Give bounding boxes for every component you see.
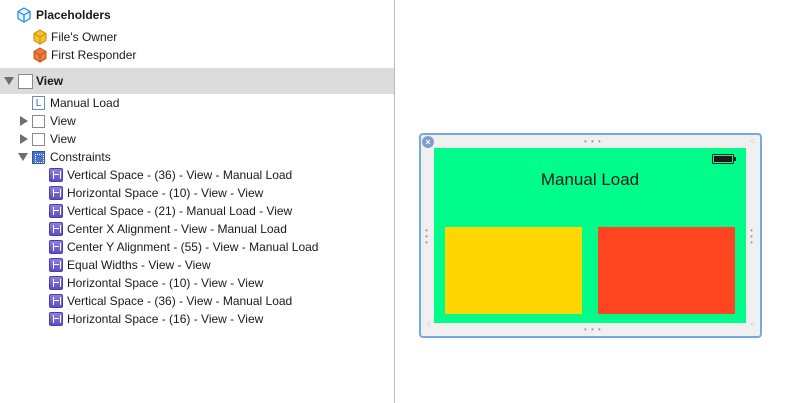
close-icon[interactable]: × bbox=[422, 136, 434, 148]
disclosure-collapsed-icon[interactable] bbox=[20, 116, 28, 126]
constraint-label: Horizontal Space - (16) - View - View bbox=[67, 312, 264, 326]
subview-2-label: View bbox=[50, 132, 76, 146]
outline-item-subview-2[interactable]: View bbox=[20, 130, 76, 148]
first-responder-cube-icon bbox=[33, 47, 47, 63]
view-icon bbox=[32, 114, 45, 128]
resize-handle-left[interactable]: • • • bbox=[425, 227, 429, 247]
red-subview[interactable] bbox=[598, 227, 735, 314]
constraint-item[interactable]: Equal Widths - View - View bbox=[49, 256, 211, 274]
constraint-icon bbox=[49, 168, 63, 182]
constraint-item[interactable]: Vertical Space - (21) - Manual Load - Vi… bbox=[49, 202, 292, 220]
constraint-label: Vertical Space - (21) - Manual Load - Vi… bbox=[67, 204, 293, 218]
constraint-icon bbox=[49, 222, 63, 236]
disclosure-collapsed-icon[interactable] bbox=[20, 134, 28, 144]
constraint-label: Vertical Space - (36) - View - Manual Lo… bbox=[67, 294, 293, 308]
constraints-icon bbox=[32, 150, 45, 164]
manual-load-canvas-label[interactable]: Manual Load bbox=[434, 170, 746, 190]
outline-item-manual-load[interactable]: L Manual Load bbox=[32, 94, 119, 112]
constraint-item[interactable]: Horizontal Space - (10) - View - View bbox=[49, 184, 263, 202]
constraint-icon bbox=[49, 294, 63, 308]
disclosure-expanded-icon[interactable] bbox=[18, 153, 28, 161]
resize-corner-bottom-left[interactable]: ⁖ bbox=[426, 321, 432, 329]
files-owner-label: File's Owner bbox=[51, 30, 118, 44]
outline-item-constraints[interactable]: Constraints bbox=[18, 148, 111, 166]
files-owner-cube-icon bbox=[33, 29, 47, 45]
resize-handle-top[interactable]: • • • bbox=[584, 138, 602, 146]
resize-corner-bottom-right[interactable]: ⁖ bbox=[750, 321, 756, 329]
constraint-label: Equal Widths - View - View bbox=[67, 258, 211, 272]
first-responder-label: First Responder bbox=[51, 48, 137, 62]
outline-item-files-owner[interactable]: File's Owner bbox=[32, 28, 117, 46]
placeholder-cube-icon bbox=[17, 7, 31, 23]
view-icon bbox=[18, 73, 33, 89]
document-outline: Placeholders File's Owner First Responde… bbox=[0, 0, 395, 403]
constraint-item[interactable]: Horizontal Space - (10) - View - View bbox=[49, 274, 263, 292]
constraint-label: Horizontal Space - (10) - View - View bbox=[67, 186, 264, 200]
constraint-item[interactable]: Horizontal Space - (16) - View - View bbox=[49, 310, 263, 328]
constraint-icon bbox=[49, 312, 63, 326]
outline-item-view[interactable]: View bbox=[4, 72, 63, 90]
resize-handle-bottom[interactable]: • • • bbox=[584, 326, 602, 334]
yellow-subview[interactable] bbox=[445, 227, 582, 314]
constraint-item[interactable]: Vertical Space - (36) - View - Manual Lo… bbox=[49, 292, 292, 310]
constraint-icon bbox=[49, 276, 63, 290]
constraint-item[interactable]: Center X Alignment - View - Manual Load bbox=[49, 220, 287, 238]
view-title: View bbox=[36, 74, 64, 88]
constraint-icon bbox=[49, 258, 63, 272]
constraint-label: Center X Alignment - View - Manual Load bbox=[67, 222, 287, 236]
constraint-label: Center Y Alignment - (55) - View - Manua… bbox=[67, 240, 319, 254]
view-icon bbox=[32, 132, 45, 146]
constraint-icon bbox=[49, 186, 63, 200]
resize-handle-right[interactable]: • • • bbox=[750, 227, 754, 247]
resize-corner-top-right[interactable]: ⁖ bbox=[750, 138, 756, 146]
constraint-label: Vertical Space - (36) - View - Manual Lo… bbox=[67, 168, 293, 182]
constraint-item[interactable]: Center Y Alignment - (55) - View - Manua… bbox=[49, 238, 318, 256]
constraints-label: Constraints bbox=[50, 150, 111, 164]
label-icon: L bbox=[32, 96, 45, 110]
placeholders-header[interactable]: Placeholders bbox=[16, 6, 111, 24]
battery-icon bbox=[712, 154, 736, 164]
placeholders-title: Placeholders bbox=[36, 8, 111, 22]
outline-item-subview-1[interactable]: View bbox=[20, 112, 76, 130]
constraint-icon bbox=[49, 204, 63, 218]
constraint-icon bbox=[49, 240, 63, 254]
constraint-item[interactable]: Vertical Space - (36) - View - Manual Lo… bbox=[49, 166, 292, 184]
outline-item-first-responder[interactable]: First Responder bbox=[32, 46, 136, 64]
constraint-label: Horizontal Space - (10) - View - View bbox=[67, 276, 264, 290]
disclosure-expanded-icon[interactable] bbox=[4, 77, 14, 85]
subview-1-label: View bbox=[50, 114, 76, 128]
manual-load-label: Manual Load bbox=[50, 96, 120, 110]
